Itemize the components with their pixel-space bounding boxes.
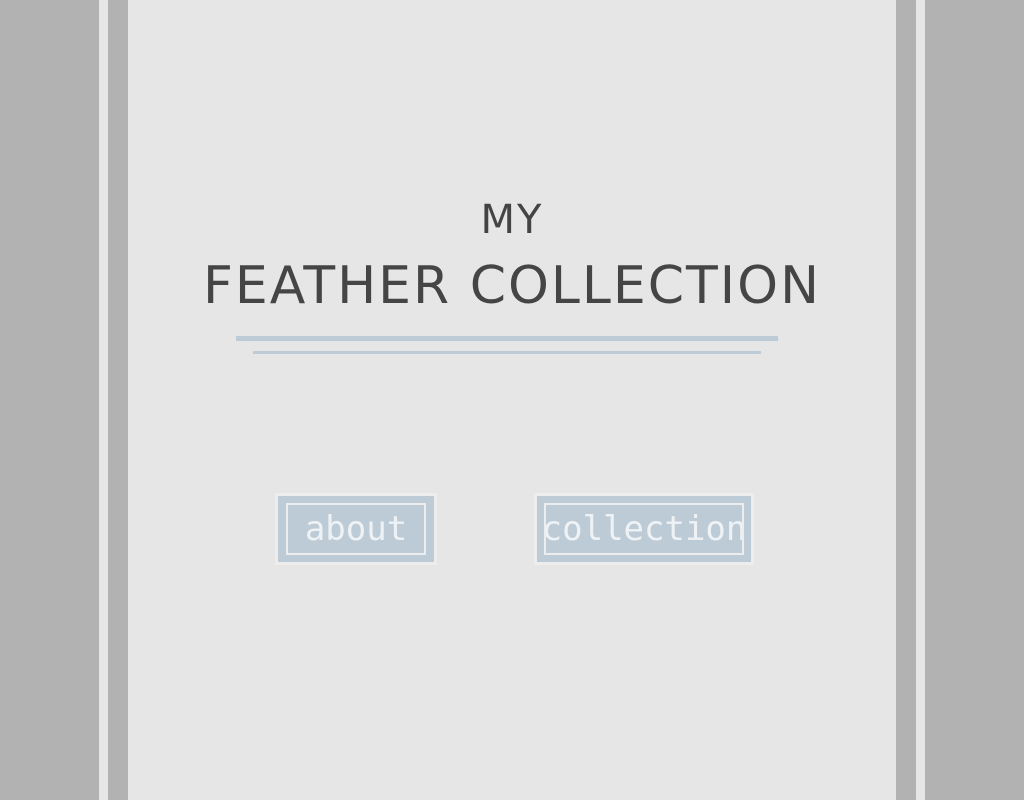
title-line-my: MY — [480, 197, 544, 243]
main-panel: MY FEATHER COLLECTION about collection — [128, 0, 896, 800]
right-border-gap — [896, 0, 916, 800]
page-title: FEATHER COLLECTION — [203, 256, 821, 316]
collection-button-label: collection — [544, 503, 744, 555]
left-border-gap — [108, 0, 128, 800]
page: MY FEATHER COLLECTION about collection — [0, 0, 1024, 800]
about-button[interactable]: about — [275, 493, 437, 565]
title-underline-top — [236, 336, 778, 341]
left-border-stripe — [99, 0, 108, 800]
title-underline-bottom — [253, 351, 761, 354]
about-button-label: about — [286, 503, 426, 555]
right-border-stripe — [916, 0, 925, 800]
collection-button[interactable]: collection — [534, 493, 754, 565]
